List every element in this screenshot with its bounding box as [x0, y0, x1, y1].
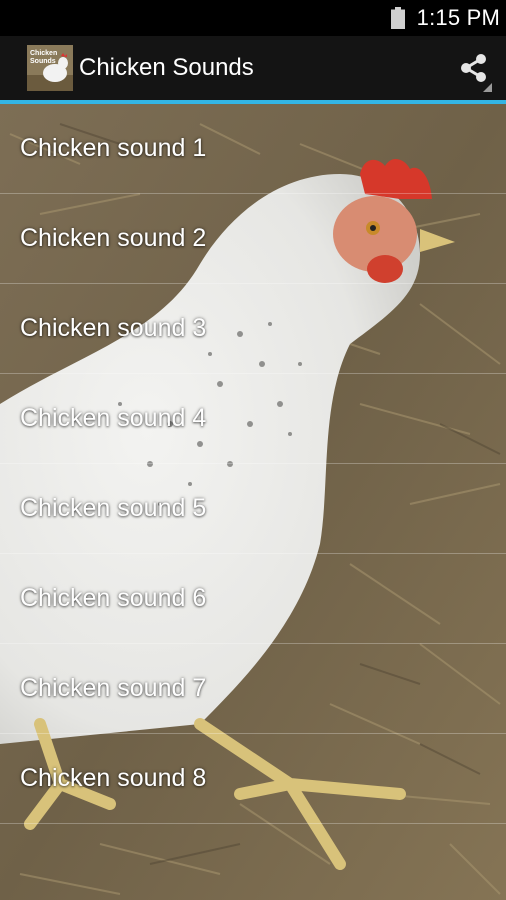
- share-button[interactable]: [442, 36, 506, 100]
- sound-label: Chicken sound 1: [20, 134, 207, 162]
- app-icon-text-2: Sounds: [30, 58, 56, 65]
- status-bar: 1:15 PM: [0, 0, 506, 36]
- sound-label: Chicken sound 3: [20, 314, 207, 342]
- overflow-indicator-icon: [483, 83, 492, 92]
- sound-list: Chicken sound 1 Chicken sound 2 Chicken …: [0, 104, 506, 824]
- content-area: Chicken sound 1 Chicken sound 2 Chicken …: [0, 104, 506, 900]
- sound-list-item[interactable]: Chicken sound 5: [0, 464, 506, 554]
- status-time: 1:15 PM: [416, 5, 500, 30]
- sound-label: Chicken sound 7: [20, 674, 207, 702]
- sound-label: Chicken sound 4: [20, 404, 207, 432]
- battery-icon: [390, 7, 405, 29]
- sound-label: Chicken sound 6: [20, 584, 207, 612]
- sound-label: Chicken sound 2: [20, 224, 207, 252]
- sound-list-item[interactable]: Chicken sound 8: [0, 734, 506, 824]
- sound-label: Chicken sound 5: [20, 494, 207, 522]
- sound-list-item[interactable]: Chicken sound 3: [0, 284, 506, 374]
- sound-list-item[interactable]: Chicken sound 2: [0, 194, 506, 284]
- share-icon: [461, 54, 486, 82]
- action-bar: Chicken Sounds Chicken Sounds: [0, 36, 506, 100]
- sound-list-item[interactable]: Chicken sound 7: [0, 644, 506, 734]
- app-icon: Chicken Sounds: [27, 45, 73, 91]
- app-icon-text-1: Chicken: [30, 50, 57, 57]
- app-title: Chicken Sounds: [79, 54, 254, 81]
- sound-list-item[interactable]: Chicken sound 1: [0, 104, 506, 194]
- sound-label: Chicken sound 8: [20, 764, 207, 792]
- sound-list-item[interactable]: Chicken sound 6: [0, 554, 506, 644]
- phone-screen: 1:15 PM Chicken Sounds Chicken Sounds Ch…: [0, 0, 506, 900]
- sound-list-item[interactable]: Chicken sound 4: [0, 374, 506, 464]
